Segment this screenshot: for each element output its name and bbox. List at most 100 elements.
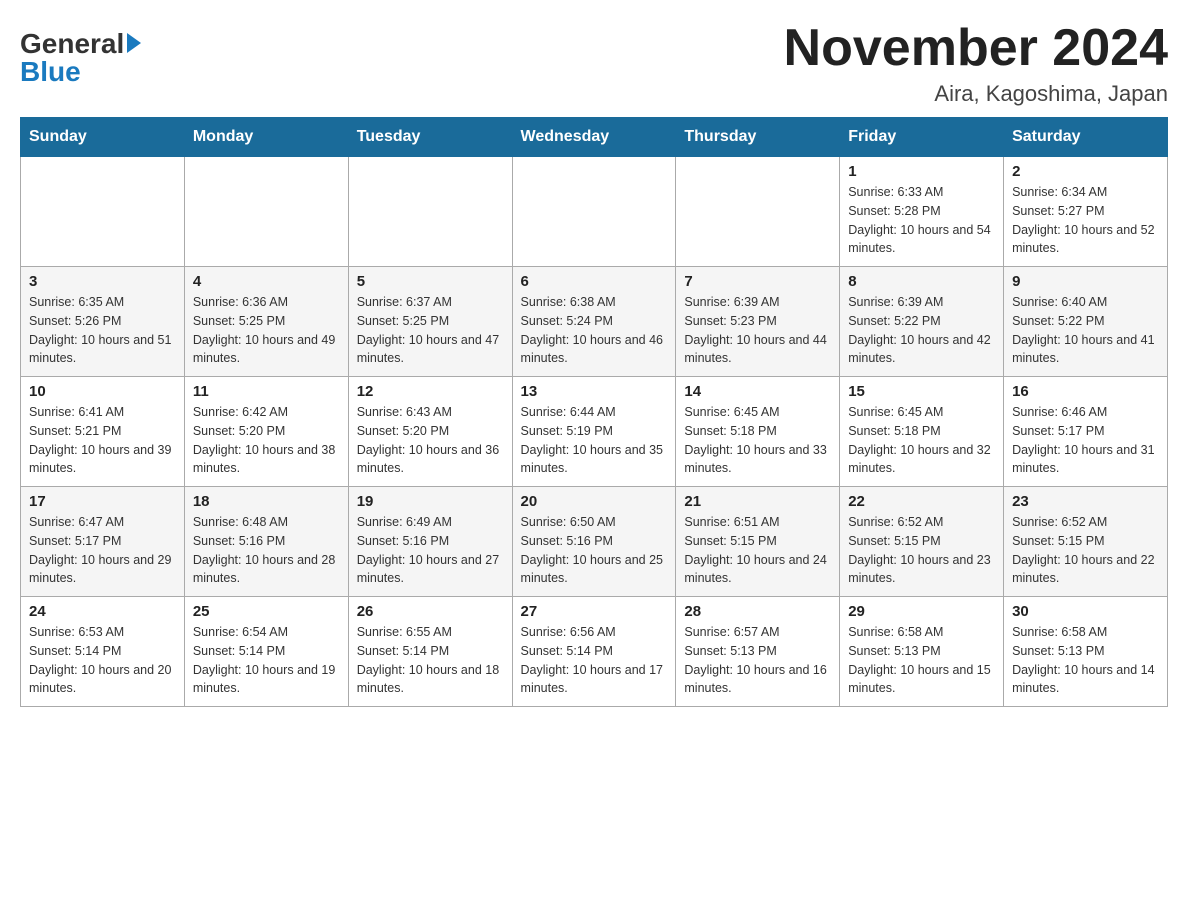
calendar-week-row: 3 Sunrise: 6:35 AMSunset: 5:26 PMDaylight… — [21, 267, 1168, 377]
page-header: General Blue November 2024 Aira, Kagoshi… — [20, 20, 1168, 107]
day-number: 2 — [1012, 163, 1159, 180]
day-number: 3 — [29, 273, 176, 290]
calendar-cell — [184, 157, 348, 267]
day-info: Sunrise: 6:58 AMSunset: 5:13 PMDaylight:… — [1012, 623, 1159, 698]
day-number: 4 — [193, 273, 340, 290]
day-info: Sunrise: 6:47 AMSunset: 5:17 PMDaylight:… — [29, 513, 176, 588]
weekday-header-saturday: Saturday — [1004, 118, 1168, 157]
calendar-cell: 30 Sunrise: 6:58 AMSunset: 5:13 PMDayligh… — [1004, 597, 1168, 707]
day-info: Sunrise: 6:37 AMSunset: 5:25 PMDaylight:… — [357, 293, 504, 368]
calendar-cell: 15 Sunrise: 6:45 AMSunset: 5:18 PMDayligh… — [840, 377, 1004, 487]
location-title: Aira, Kagoshima, Japan — [784, 81, 1168, 107]
day-info: Sunrise: 6:40 AMSunset: 5:22 PMDaylight:… — [1012, 293, 1159, 368]
calendar-cell: 19Sunrise: 6:49 AMSunset: 5:16 PMDayligh… — [348, 487, 512, 597]
day-info: Sunrise: 6:46 AMSunset: 5:17 PMDaylight:… — [1012, 403, 1159, 478]
calendar-cell: 14 Sunrise: 6:45 AMSunset: 5:18 PMDayligh… — [676, 377, 840, 487]
calendar-cell: 5 Sunrise: 6:37 AMSunset: 5:25 PMDaylight… — [348, 267, 512, 377]
weekday-header-thursday: Thursday — [676, 118, 840, 157]
calendar-cell: 4 Sunrise: 6:36 AMSunset: 5:25 PMDaylight… — [184, 267, 348, 377]
calendar-cell: 26 Sunrise: 6:55 AMSunset: 5:14 PMDayligh… — [348, 597, 512, 707]
day-info: Sunrise: 6:53 AMSunset: 5:14 PMDaylight:… — [29, 623, 176, 698]
logo: General Blue — [20, 20, 141, 86]
day-info: Sunrise: 6:39 AMSunset: 5:23 PMDaylight:… — [684, 293, 831, 368]
month-title: November 2024 — [784, 20, 1168, 77]
day-number: 1 — [848, 163, 995, 180]
day-info: Sunrise: 6:44 AMSunset: 5:19 PMDaylight:… — [521, 403, 668, 478]
calendar-table: SundayMondayTuesdayWednesdayThursdayFrid… — [20, 117, 1168, 707]
calendar-cell: 8 Sunrise: 6:39 AMSunset: 5:22 PMDaylight… — [840, 267, 1004, 377]
calendar-week-row: 17 Sunrise: 6:47 AMSunset: 5:17 PMDayligh… — [21, 487, 1168, 597]
day-info: Sunrise: 6:38 AMSunset: 5:24 PMDaylight:… — [521, 293, 668, 368]
day-number: 23 — [1012, 493, 1159, 510]
day-info: Sunrise: 6:33 AMSunset: 5:28 PMDaylight:… — [848, 183, 995, 258]
calendar-cell — [512, 157, 676, 267]
day-info: Sunrise: 6:51 AMSunset: 5:15 PMDaylight:… — [684, 513, 831, 588]
calendar-week-row: 1 Sunrise: 6:33 AMSunset: 5:28 PMDaylight… — [21, 157, 1168, 267]
day-info: Sunrise: 6:45 AMSunset: 5:18 PMDaylight:… — [848, 403, 995, 478]
day-number: 22 — [848, 493, 995, 510]
calendar-cell: 29Sunrise: 6:58 AMSunset: 5:13 PMDayligh… — [840, 597, 1004, 707]
day-info: Sunrise: 6:50 AMSunset: 5:16 PMDaylight:… — [521, 513, 668, 588]
day-info: Sunrise: 6:35 AMSunset: 5:26 PMDaylight:… — [29, 293, 176, 368]
weekday-header-sunday: Sunday — [21, 118, 185, 157]
day-info: Sunrise: 6:45 AMSunset: 5:18 PMDaylight:… — [684, 403, 831, 478]
calendar-week-row: 24Sunrise: 6:53 AMSunset: 5:14 PMDayligh… — [21, 597, 1168, 707]
day-number: 11 — [193, 383, 340, 400]
day-info: Sunrise: 6:56 AMSunset: 5:14 PMDaylight:… — [521, 623, 668, 698]
weekday-header-monday: Monday — [184, 118, 348, 157]
calendar-cell: 27Sunrise: 6:56 AMSunset: 5:14 PMDayligh… — [512, 597, 676, 707]
day-number: 28 — [684, 603, 831, 620]
day-number: 26 — [357, 603, 504, 620]
day-info: Sunrise: 6:36 AMSunset: 5:25 PMDaylight:… — [193, 293, 340, 368]
calendar-cell: 2 Sunrise: 6:34 AMSunset: 5:27 PMDaylight… — [1004, 157, 1168, 267]
calendar-cell: 13 Sunrise: 6:44 AMSunset: 5:19 PMDayligh… — [512, 377, 676, 487]
calendar-cell — [676, 157, 840, 267]
weekday-header-row: SundayMondayTuesdayWednesdayThursdayFrid… — [21, 118, 1168, 157]
calendar-cell: 12Sunrise: 6:43 AMSunset: 5:20 PMDayligh… — [348, 377, 512, 487]
day-number: 7 — [684, 273, 831, 290]
calendar-cell: 10 Sunrise: 6:41 AMSunset: 5:21 PMDayligh… — [21, 377, 185, 487]
day-number: 13 — [521, 383, 668, 400]
day-info: Sunrise: 6:58 AMSunset: 5:13 PMDaylight:… — [848, 623, 995, 698]
day-number: 9 — [1012, 273, 1159, 290]
day-number: 10 — [29, 383, 176, 400]
day-info: Sunrise: 6:41 AMSunset: 5:21 PMDaylight:… — [29, 403, 176, 478]
day-info: Sunrise: 6:43 AMSunset: 5:20 PMDaylight:… — [357, 403, 504, 478]
weekday-header-wednesday: Wednesday — [512, 118, 676, 157]
calendar-cell — [348, 157, 512, 267]
day-info: Sunrise: 6:55 AMSunset: 5:14 PMDaylight:… — [357, 623, 504, 698]
day-info: Sunrise: 6:42 AMSunset: 5:20 PMDaylight:… — [193, 403, 340, 478]
day-info: Sunrise: 6:52 AMSunset: 5:15 PMDaylight:… — [848, 513, 995, 588]
day-info: Sunrise: 6:48 AMSunset: 5:16 PMDaylight:… — [193, 513, 340, 588]
logo-triangle-icon — [127, 33, 141, 53]
day-number: 21 — [684, 493, 831, 510]
logo-general-text: General — [20, 30, 124, 58]
day-info: Sunrise: 6:39 AMSunset: 5:22 PMDaylight:… — [848, 293, 995, 368]
calendar-cell: 1 Sunrise: 6:33 AMSunset: 5:28 PMDaylight… — [840, 157, 1004, 267]
calendar-cell: 18 Sunrise: 6:48 AMSunset: 5:16 PMDayligh… — [184, 487, 348, 597]
calendar-cell: 20 Sunrise: 6:50 AMSunset: 5:16 PMDayligh… — [512, 487, 676, 597]
day-number: 15 — [848, 383, 995, 400]
calendar-cell: 6 Sunrise: 6:38 AMSunset: 5:24 PMDaylight… — [512, 267, 676, 377]
day-info: Sunrise: 6:54 AMSunset: 5:14 PMDaylight:… — [193, 623, 340, 698]
calendar-cell: 17 Sunrise: 6:47 AMSunset: 5:17 PMDayligh… — [21, 487, 185, 597]
day-number: 18 — [193, 493, 340, 510]
calendar-cell: 3 Sunrise: 6:35 AMSunset: 5:26 PMDaylight… — [21, 267, 185, 377]
day-number: 20 — [521, 493, 668, 510]
day-number: 17 — [29, 493, 176, 510]
day-number: 8 — [848, 273, 995, 290]
calendar-cell: 11 Sunrise: 6:42 AMSunset: 5:20 PMDayligh… — [184, 377, 348, 487]
calendar-cell — [21, 157, 185, 267]
day-number: 14 — [684, 383, 831, 400]
day-number: 6 — [521, 273, 668, 290]
logo-blue-text: Blue — [20, 58, 81, 86]
title-area: November 2024 Aira, Kagoshima, Japan — [784, 20, 1168, 107]
day-number: 5 — [357, 273, 504, 290]
calendar-cell: 21 Sunrise: 6:51 AMSunset: 5:15 PMDayligh… — [676, 487, 840, 597]
day-number: 19 — [357, 493, 504, 510]
day-info: Sunrise: 6:57 AMSunset: 5:13 PMDaylight:… — [684, 623, 831, 698]
day-number: 30 — [1012, 603, 1159, 620]
day-number: 16 — [1012, 383, 1159, 400]
weekday-header-friday: Friday — [840, 118, 1004, 157]
day-info: Sunrise: 6:34 AMSunset: 5:27 PMDaylight:… — [1012, 183, 1159, 258]
